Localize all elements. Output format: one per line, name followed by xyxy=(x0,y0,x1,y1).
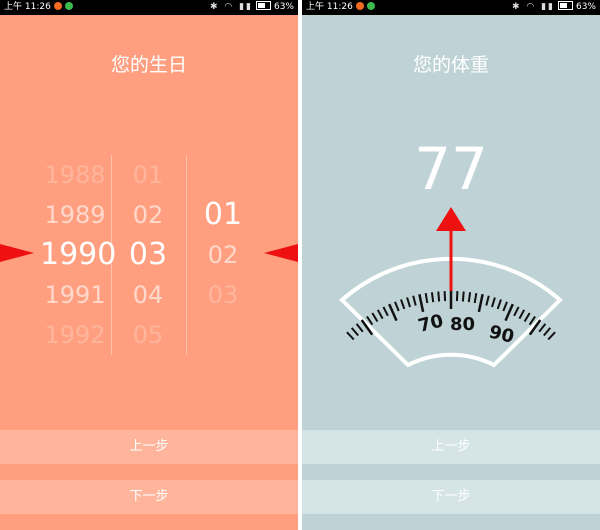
app-notification-icon xyxy=(355,2,364,10)
prev-step-button[interactable]: 上一步 xyxy=(0,430,298,464)
month-option[interactable]: 02 xyxy=(113,195,183,235)
scale-tick xyxy=(437,291,441,302)
battery-percent: 63% xyxy=(273,2,294,12)
scale-tick xyxy=(382,306,389,317)
weight-value: 77 xyxy=(414,135,488,203)
year-selected[interactable]: 1990 xyxy=(40,235,116,275)
scale-tick xyxy=(394,301,400,312)
year-option[interactable]: 1989 xyxy=(40,195,110,235)
day-option[interactable]: 03 xyxy=(188,275,258,315)
status-time: 上午 11:26 xyxy=(306,2,353,12)
scale-tick xyxy=(376,309,384,320)
status-bar: 上午 11:26 ✱ ◠ ▮▮ 63% xyxy=(0,0,298,15)
app-notification-icon xyxy=(53,2,62,10)
scale-tick xyxy=(443,291,447,302)
weight-screen: 上午 11:26 ✱ ◠ ▮▮ 63% 您的体重 77 70 80 90 上一步 … xyxy=(302,0,600,530)
scale-tick xyxy=(400,299,406,310)
scale-tick xyxy=(502,301,508,312)
scale-tick xyxy=(412,295,417,306)
right-pointer-icon xyxy=(264,244,298,262)
scale-tick xyxy=(418,294,425,313)
wechat-icon xyxy=(64,2,73,10)
wechat-icon xyxy=(366,2,375,10)
next-step-button[interactable]: 下一步 xyxy=(0,480,298,514)
status-left: 上午 11:26 xyxy=(306,0,375,15)
scale-tick xyxy=(388,303,398,322)
scale-tick xyxy=(496,299,502,310)
month-selected[interactable]: 03 xyxy=(113,235,183,275)
birthday-title: 您的生日 xyxy=(110,54,187,76)
year-option[interactable]: 1991 xyxy=(40,275,110,315)
scale-tick xyxy=(518,309,526,320)
month-option[interactable]: 01 xyxy=(113,155,183,195)
scale-tick xyxy=(538,323,547,333)
scale-tick xyxy=(406,297,411,308)
scale-tick xyxy=(424,292,429,304)
scale-tick xyxy=(473,292,478,304)
scale-tick xyxy=(485,295,490,306)
signal-icons: ✱ ◠ ▮▮ xyxy=(511,2,555,12)
scale-tick xyxy=(430,292,435,303)
status-left: 上午 11:26 xyxy=(4,0,73,15)
month-picker[interactable]: 01 02 03 04 05 xyxy=(113,155,183,355)
scale-tick xyxy=(543,327,552,337)
weight-title: 您的体重 xyxy=(412,54,489,76)
column-divider xyxy=(111,155,112,355)
scale-tick xyxy=(491,297,496,308)
signal-icons: ✱ ◠ ▮▮ xyxy=(209,2,253,12)
birthday-screen: 上午 11:26 ✱ ◠ ▮▮ 63% 您的生日 1988 1989 1990 1… xyxy=(0,0,298,530)
day-selected[interactable]: 01 xyxy=(188,195,258,235)
year-option[interactable]: 1992 xyxy=(40,315,110,355)
left-pointer-icon xyxy=(0,244,34,262)
status-bar: 上午 11:26 ✱ ◠ ▮▮ 63% xyxy=(302,0,600,15)
scale-tick xyxy=(504,303,514,322)
year-picker[interactable]: 1988 1989 1990 1991 1992 xyxy=(40,155,116,355)
prev-step-button[interactable]: 上一步 xyxy=(302,430,600,464)
day-picker[interactable]: 01 02 03 xyxy=(188,195,258,315)
scale-tick xyxy=(455,291,459,302)
status-time: 上午 11:26 xyxy=(4,2,51,12)
scale-tick xyxy=(371,312,379,323)
battery-icon xyxy=(255,1,271,10)
month-option[interactable]: 05 xyxy=(113,315,183,355)
scale-label-90: 90 xyxy=(487,321,516,347)
column-divider xyxy=(186,155,187,355)
scale-tick xyxy=(350,327,359,337)
day-option[interactable]: 02 xyxy=(188,235,258,275)
battery-percent: 63% xyxy=(575,2,596,12)
year-option[interactable]: 1988 xyxy=(40,155,110,195)
scale-tick xyxy=(461,291,465,302)
scale-tick xyxy=(513,306,520,317)
scale-tick xyxy=(547,331,556,341)
next-step-button[interactable]: 下一步 xyxy=(302,480,600,514)
battery-icon xyxy=(557,1,573,10)
scale-tick xyxy=(523,312,531,323)
scale-tick xyxy=(346,331,355,341)
scale-tick xyxy=(355,323,364,333)
scale-tick xyxy=(477,294,484,313)
month-option[interactable]: 04 xyxy=(113,275,183,315)
status-right: ✱ ◠ ▮▮ 63% xyxy=(512,0,596,15)
scale-tick xyxy=(467,292,472,303)
status-right: ✱ ◠ ▮▮ 63% xyxy=(210,0,294,15)
scale-label-70: 70 xyxy=(416,310,445,336)
scale-label-80: 80 xyxy=(450,314,475,335)
weight-scale-dial[interactable]: 70 80 90 xyxy=(302,195,600,375)
